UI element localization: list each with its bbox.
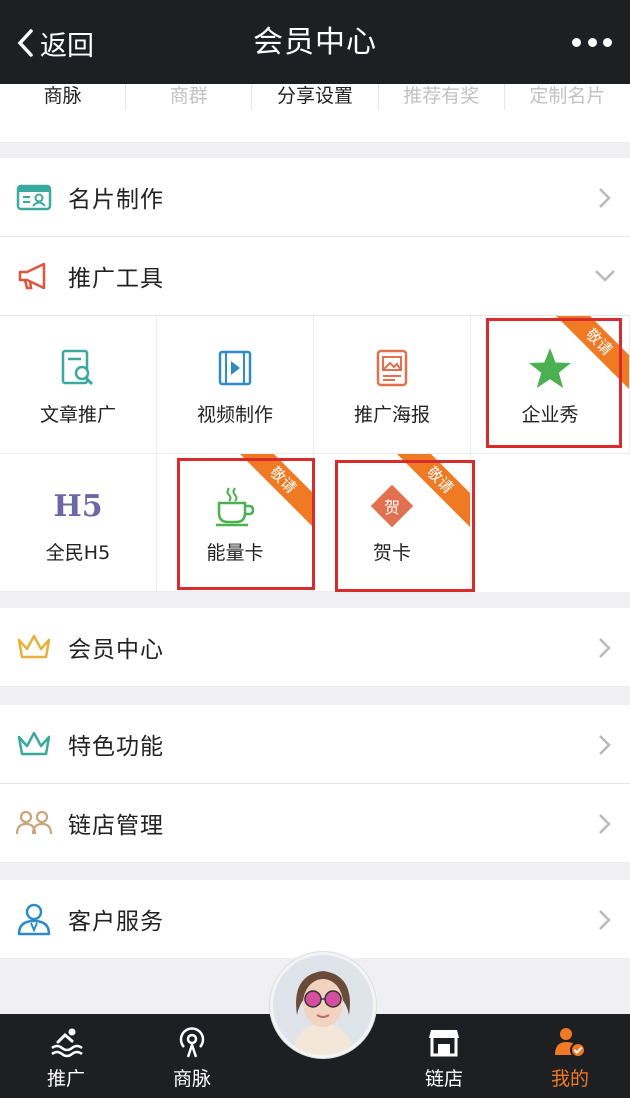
tool-energy-card[interactable]: 能量卡 敬请: [157, 454, 314, 592]
tool-greeting-card[interactable]: 贺 贺卡 敬请: [314, 454, 471, 592]
megaphone-icon: [14, 256, 54, 296]
chevron-right-icon: [599, 735, 611, 755]
tab-custom-card[interactable]: 定制名片: [503, 84, 630, 110]
avatar-photo: [273, 955, 373, 1055]
row-chain-store[interactable]: 链店管理: [0, 784, 630, 862]
nav-label: 推广: [46, 1068, 85, 1090]
tool-label: 推广海报: [353, 404, 430, 426]
row-card-making[interactable]: 名片制作: [0, 158, 630, 236]
h5-icon: H5: [53, 488, 103, 524]
more-menu-button[interactable]: [572, 30, 612, 54]
chevron-right-icon: [599, 188, 611, 208]
back-button[interactable]: 返回: [16, 22, 94, 64]
user-check-icon: [510, 1024, 630, 1060]
row-label: 客户服务: [68, 909, 164, 935]
crown-outline-icon: [14, 724, 54, 764]
tab-share-settings[interactable]: 分享设置: [251, 84, 377, 110]
tab-referral-reward[interactable]: 推荐有奖: [377, 84, 504, 110]
chevron-right-icon: [599, 910, 611, 930]
swim-icon: [6, 1024, 126, 1060]
customer-service-icon: [14, 899, 54, 939]
nav-contacts[interactable]: 商脉: [132, 1014, 252, 1098]
tab-shangqun[interactable]: 商群: [125, 84, 251, 110]
greeting-glyph: 贺: [383, 497, 401, 517]
more-dot-icon: [587, 37, 597, 47]
broadcast-icon: [132, 1024, 252, 1060]
nav-chain-store[interactable]: 链店: [384, 1014, 504, 1098]
chevron-right-icon: [599, 638, 611, 658]
chevron-left-icon: [17, 29, 33, 57]
tool-label: 贺卡: [372, 542, 411, 564]
row-promo-tools[interactable]: 推广工具: [0, 237, 630, 315]
promo-tools-grid: 文章推广 视频制作 推广海报 企业秀 敬请 H5 全民H5 能量卡 敬请 贺 贺…: [0, 316, 630, 592]
id-card-icon: [14, 177, 54, 217]
users-icon: [14, 803, 54, 843]
row-label: 推广工具: [68, 266, 164, 292]
row-label: 链店管理: [68, 813, 164, 839]
row-label: 名片制作: [68, 187, 164, 213]
tool-label: 能量卡: [206, 542, 264, 564]
tool-video-making[interactable]: 视频制作: [157, 316, 314, 454]
nav-label: 链店: [424, 1068, 463, 1090]
store-icon: [384, 1024, 504, 1060]
article-search-icon: [0, 346, 156, 390]
tool-label: 文章推广: [39, 404, 116, 426]
more-dot-icon: [603, 37, 612, 47]
avatar[interactable]: [270, 952, 376, 1058]
chevron-right-icon: [599, 814, 611, 834]
tool-label: 视频制作: [196, 404, 273, 426]
chevron-down-icon: [595, 270, 615, 282]
tab-shangmai[interactable]: 商脉: [0, 84, 125, 110]
top-tabs: 商脉 商群 分享设置 推荐有奖 定制名片: [0, 84, 630, 142]
tool-article-promo[interactable]: 文章推广: [0, 316, 157, 454]
poster-icon: [314, 346, 470, 390]
row-label: 特色功能: [68, 734, 164, 760]
tool-enterprise-show[interactable]: 企业秀 敬请: [471, 316, 630, 454]
more-dot-icon: [572, 37, 581, 47]
nav-mine[interactable]: 我的: [510, 1014, 630, 1098]
row-customer-service[interactable]: 客户服务: [0, 880, 630, 958]
nav-promote[interactable]: 推广: [6, 1014, 126, 1098]
crown-icon: [14, 627, 54, 667]
back-label: 返回: [40, 30, 94, 62]
tool-h5[interactable]: H5 全民H5: [0, 454, 157, 592]
row-special-features[interactable]: 特色功能: [0, 705, 630, 783]
row-member-center[interactable]: 会员中心: [0, 608, 630, 686]
video-icon: [157, 346, 313, 390]
row-label: 会员中心: [68, 637, 164, 663]
nav-label: 商脉: [172, 1068, 211, 1090]
tool-promo-poster[interactable]: 推广海报: [314, 316, 471, 454]
diamond-shape: 贺: [370, 484, 414, 528]
nav-label: 我的: [550, 1068, 589, 1090]
tool-label: 全民H5: [45, 542, 111, 564]
tool-label: 企业秀: [521, 404, 579, 426]
page-title: 会员中心: [253, 25, 377, 60]
title-bar: 返回 会员中心: [0, 0, 630, 84]
